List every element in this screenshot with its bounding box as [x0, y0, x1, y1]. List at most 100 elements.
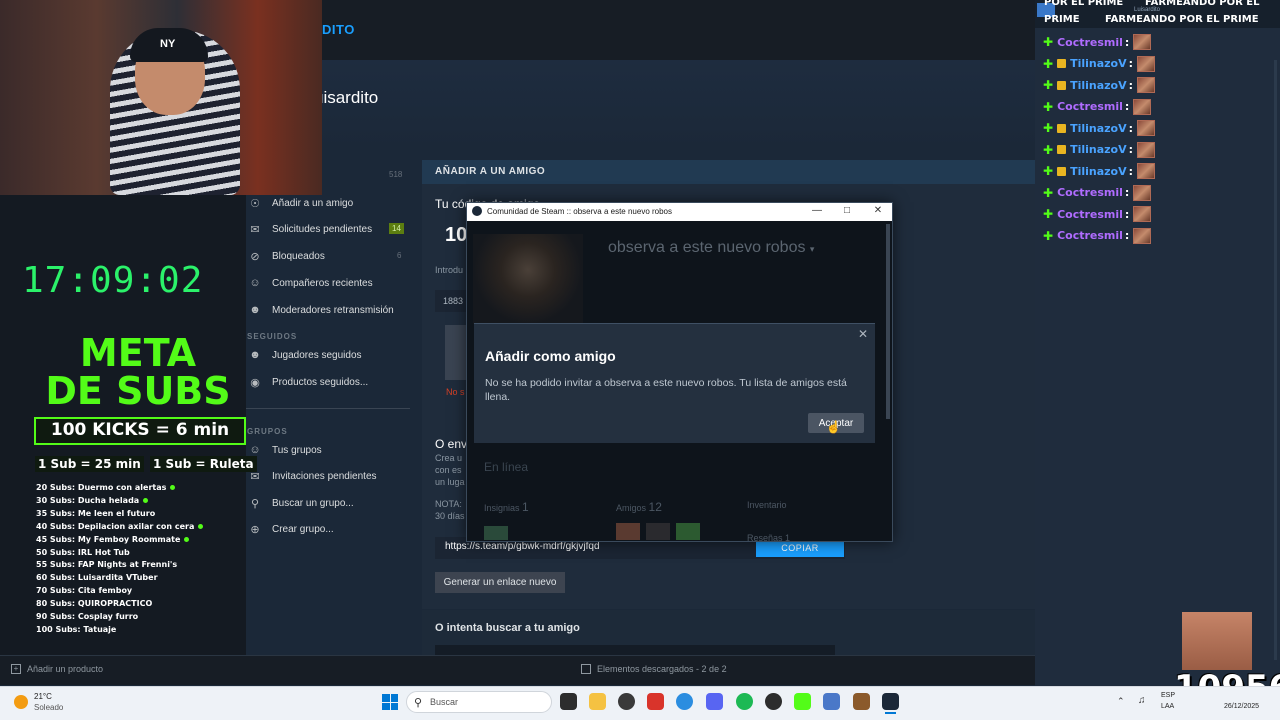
sidebar-recent[interactable]: ☺ Compañeros recientes: [246, 270, 408, 296]
friends-count: 518: [389, 170, 403, 179]
app-icon-2[interactable]: [647, 693, 664, 710]
file-explorer-icon[interactable]: [589, 693, 606, 710]
app-icon-1[interactable]: [618, 693, 635, 710]
sidebar-moderators[interactable]: ☻ Moderadores retransmisión: [246, 297, 408, 323]
profile-avatar: [473, 234, 583, 324]
notepad-icon[interactable]: [823, 693, 840, 710]
discord-icon[interactable]: [706, 693, 723, 710]
sidebar-search-group[interactable]: ⚲ Buscar un grupo...: [246, 490, 408, 516]
task-view-icon[interactable]: [560, 693, 577, 710]
chat-username[interactable]: Coctresmil: [1057, 229, 1123, 242]
chat-username[interactable]: TilinazoV: [1070, 165, 1127, 178]
close-icon[interactable]: ✕: [871, 205, 885, 216]
cap-logo: NY: [160, 38, 176, 50]
weather-temperature[interactable]: 21°C: [34, 692, 52, 701]
popup-scrollbar[interactable]: [886, 224, 890, 419]
intro-text: Introdu: [435, 265, 464, 275]
blocked-count: 6: [397, 251, 402, 260]
chat-separator: :: [1124, 229, 1130, 242]
minecraft-icon[interactable]: [853, 693, 870, 710]
obs-icon[interactable]: [765, 693, 782, 710]
badges-stat[interactable]: Insignias 1: [484, 500, 529, 514]
chat-username[interactable]: Coctresmil: [1057, 100, 1123, 113]
popup-username[interactable]: observa a este nuevo robos ▾: [608, 239, 814, 257]
sidebar-item-label: Compañeros recientes: [272, 277, 373, 289]
downloads-status[interactable]: Elementos descargados - 2 de 2: [597, 664, 727, 674]
friends-stat-label: Amigos: [616, 503, 647, 513]
taskbar-search[interactable]: [406, 691, 552, 713]
sun-icon[interactable]: [14, 695, 28, 709]
search-friend-input[interactable]: [435, 645, 835, 655]
sidebar-item-label: Crear grupo...: [272, 523, 334, 535]
stream-clock: 17:09:02: [22, 260, 204, 301]
nav-tab-profile[interactable]: DITO: [322, 22, 355, 37]
friend-thumbnail-2[interactable]: [646, 523, 670, 540]
sidebar-blocked[interactable]: ⊘ Bloqueados: [246, 243, 408, 269]
chat-username[interactable]: TilinazoV: [1070, 143, 1127, 156]
taskbar-date[interactable]: 26/12/2025: [1224, 703, 1259, 710]
kick-icon[interactable]: [794, 693, 811, 710]
chat-separator: :: [1128, 164, 1134, 178]
sub-goal-item: 90 Subs: Cosplay furro: [36, 612, 138, 621]
sidebar-pending-requests[interactable]: ✉ Solicitudes pendientes: [246, 216, 408, 242]
groups-heading: GRUPOS: [247, 427, 288, 436]
chat-message: ✚ Coctresmil:: [1043, 226, 1152, 246]
chat-separator: :: [1128, 121, 1134, 135]
sub-goal-text: 70 Subs: Cita femboy: [36, 586, 133, 596]
chat-username[interactable]: Coctresmil: [1057, 186, 1123, 199]
spotify-icon[interactable]: [736, 693, 753, 710]
taskbar-search-placeholder[interactable]: Buscar: [430, 697, 458, 707]
verified-icon: ✚: [1043, 99, 1054, 114]
friend-code-input[interactable]: 1883: [443, 296, 463, 306]
chat-username[interactable]: Coctresmil: [1057, 36, 1123, 49]
profile-name[interactable]: uisardito: [314, 88, 378, 108]
sub-goal-text: 55 Subs: FAP Nights at Frenni's: [36, 560, 178, 570]
sidebar-your-groups[interactable]: ☺ Tus grupos: [246, 437, 408, 463]
verified-icon: ✚: [1043, 35, 1054, 49]
chevron-down-icon: ▾: [809, 244, 815, 254]
language-indicator[interactable]: ESP: [1161, 692, 1175, 699]
sub-goal-item: 100 Subs: Tatuaje: [36, 625, 116, 634]
invite-link[interactable]: https://s.team/p/gbwk-mdrf/gkjvjfqd: [445, 541, 600, 552]
maximize-icon[interactable]: □: [840, 205, 854, 216]
minimize-icon[interactable]: —: [810, 205, 824, 216]
chrome-icon[interactable]: [676, 693, 693, 710]
emote-icon: [1137, 55, 1156, 72]
close-icon[interactable]: ✕: [858, 327, 868, 341]
plus-icon[interactable]: +: [11, 664, 21, 674]
sidebar-pending-invites[interactable]: ✉ Invitaciones pendientes: [246, 463, 408, 489]
generate-link-button[interactable]: Generar un enlace nuevo: [435, 572, 565, 593]
windows-start-icon[interactable]: [382, 694, 398, 710]
downloads-icon[interactable]: [581, 664, 591, 674]
reviews-stat[interactable]: Reseñas 1: [747, 533, 790, 543]
dialog-message: No se ha podido invitar a observa a este…: [485, 377, 847, 403]
inventory-stat[interactable]: Inventario: [747, 500, 787, 510]
chat-scrollbar[interactable]: [1274, 60, 1277, 660]
block-icon: ⊘: [250, 250, 260, 263]
sub-counter-image: [1182, 612, 1252, 670]
chat-username[interactable]: TilinazoV: [1070, 57, 1127, 70]
friends-stat[interactable]: Amigos 12: [616, 500, 662, 514]
prime-text-1a: POR EL PRIME: [1044, 0, 1124, 8]
sidebar-item-label: Productos seguidos...: [272, 376, 369, 388]
prime-text-2b: FARMEANDO POR EL PRIME: [1105, 14, 1259, 25]
chat-username[interactable]: TilinazoV: [1070, 79, 1127, 92]
steam-taskbar-icon[interactable]: [882, 693, 899, 710]
badge-thumbnail[interactable]: [484, 526, 508, 540]
note-label: NOTA:: [435, 499, 462, 509]
chat-username[interactable]: TilinazoV: [1070, 122, 1127, 135]
chevron-up-icon[interactable]: ⌃: [1117, 696, 1125, 707]
chat-separator: :: [1124, 186, 1130, 199]
keyboard-layout[interactable]: LAA: [1161, 703, 1174, 710]
friend-thumbnail-1[interactable]: [616, 523, 640, 540]
prime-text-2a: PRIME: [1044, 14, 1080, 25]
subscriber-badge-icon: [1057, 59, 1067, 68]
cursor-icon: ☝: [826, 420, 841, 434]
verified-icon: ✚: [1043, 228, 1054, 243]
microphone-icon[interactable]: ♫: [1138, 695, 1146, 706]
chat-username[interactable]: Coctresmil: [1057, 208, 1123, 221]
friend-thumbnail-3[interactable]: [676, 523, 700, 540]
weather-description[interactable]: Soleado: [34, 703, 63, 712]
add-product-button[interactable]: Añadir un producto: [27, 664, 103, 674]
sidebar-create-group[interactable]: ⊕ Crear grupo...: [246, 516, 408, 542]
